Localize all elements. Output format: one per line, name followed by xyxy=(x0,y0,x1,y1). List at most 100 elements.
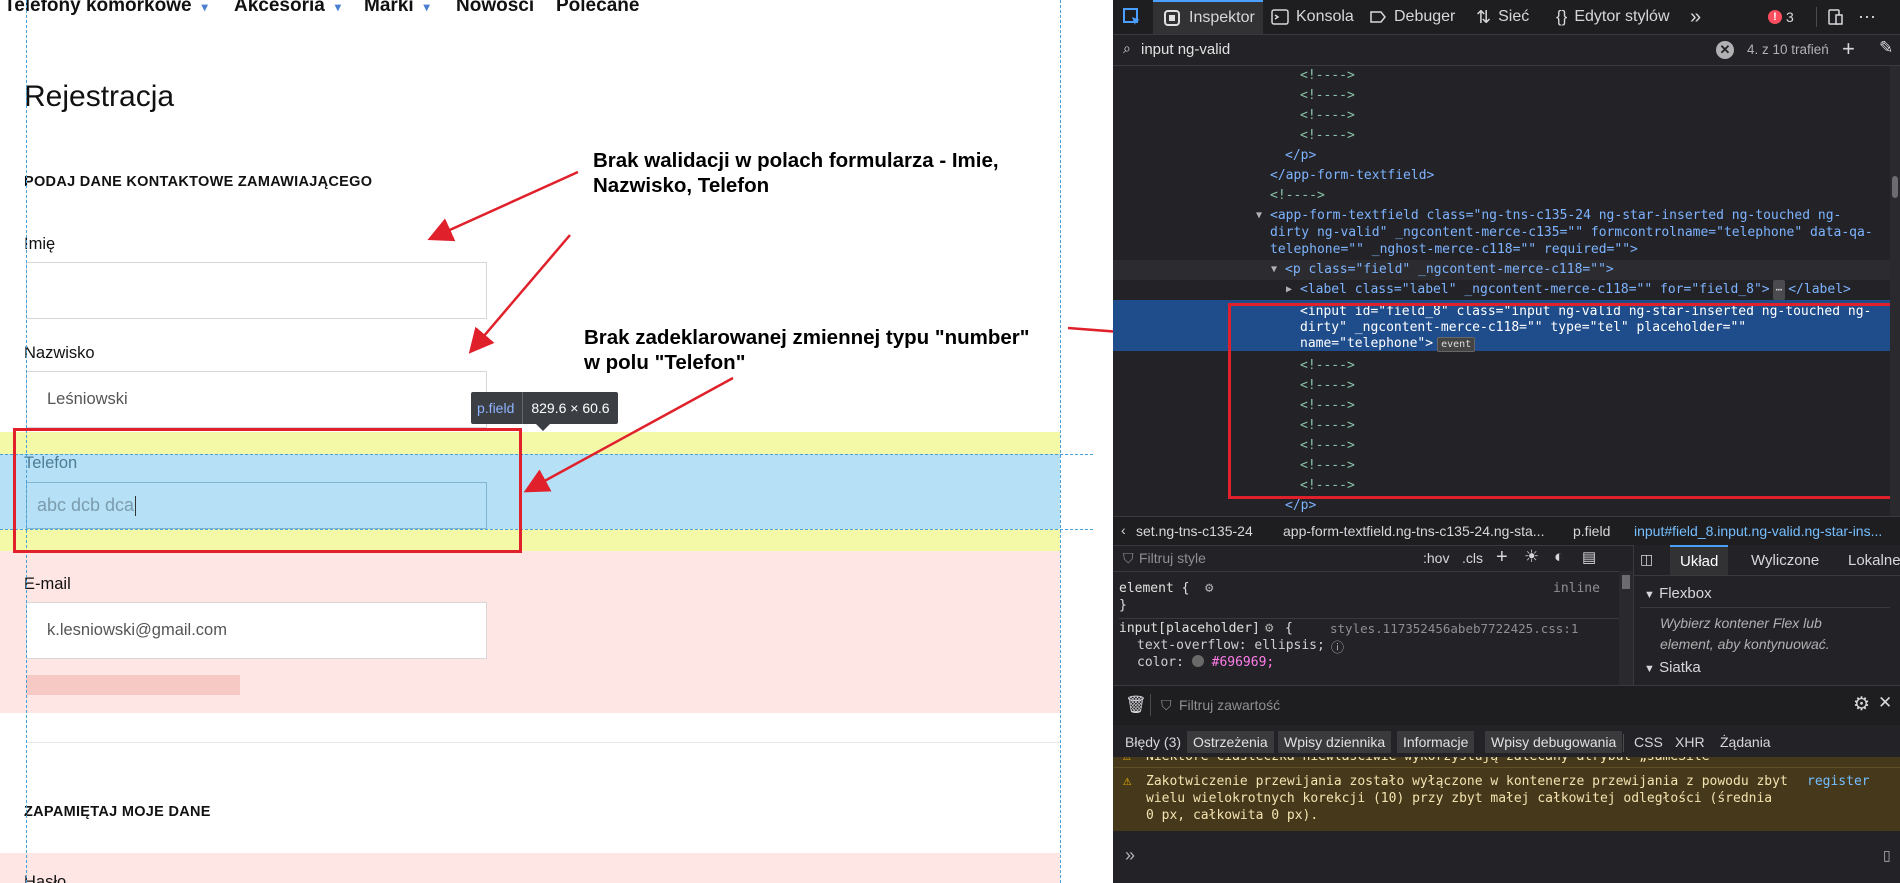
rules-scrollbar[interactable] xyxy=(1619,571,1633,685)
inspector-icon xyxy=(1164,10,1180,26)
rules-scrollbar-thumb[interactable] xyxy=(1622,575,1630,589)
rule-selector[interactable]: input[placeholder] xyxy=(1119,621,1260,636)
console-input[interactable]: » ▯ xyxy=(1113,831,1900,883)
tab-local[interactable]: Lokalne xyxy=(1848,552,1900,569)
dark-scheme-icon[interactable]: ◐ xyxy=(1554,547,1564,567)
flexbox-section[interactable]: ▼ Flexbox xyxy=(1644,585,1712,602)
trash-icon[interactable]: 🗑 xyxy=(1125,695,1147,715)
markup-p-open[interactable]: <p class="field" _ngcontent-merce-c118="… xyxy=(1285,260,1614,280)
gear-icon[interactable]: ⚙ xyxy=(1853,693,1870,716)
element-picker-icon[interactable] xyxy=(1117,0,1147,34)
add-node-icon[interactable]: + xyxy=(1842,36,1855,62)
breadcrumb-item-app-form-textfield[interactable]: app-form-textfield.ng-tns-c135-24.ng-sta… xyxy=(1283,523,1544,539)
filter-debug[interactable]: Wpisy debugowania xyxy=(1485,731,1623,753)
toolbar-divider xyxy=(1816,7,1817,27)
filter-requests[interactable]: Żądania xyxy=(1720,734,1771,750)
breadcrumb-item-input[interactable]: input#field_8.input.ng-valid.ng-star-ins… xyxy=(1634,523,1882,539)
filter-icon: ⛉ xyxy=(1123,550,1134,566)
rule-open-brace: { xyxy=(1285,621,1293,636)
error-icon: ! xyxy=(1768,10,1782,24)
rule-property-text-overflow[interactable]: text-overflow: ellipsis; xyxy=(1137,638,1325,653)
rule-inline-source: inline xyxy=(1553,581,1600,596)
search-icon: ⌕ xyxy=(1123,40,1131,56)
warning-source-link[interactable]: register xyxy=(1807,773,1870,790)
responsive-mode-icon[interactable] xyxy=(1826,0,1844,34)
markup-p-close[interactable]: </p> xyxy=(1285,146,1316,166)
filter-logs[interactable]: Wpisy dziennika xyxy=(1278,731,1392,753)
prompt-chevron-icon: » xyxy=(1125,845,1136,865)
arrow-to-phone xyxy=(523,376,734,493)
sidebar-tabs: ◫ Układ Wyliczone Lokalne xyxy=(1634,545,1900,576)
editor-mode-icon[interactable]: ▯ xyxy=(1883,847,1891,864)
tab-console-label: Konsola xyxy=(1296,8,1354,25)
rule-property-color[interactable]: color: #696969; xyxy=(1137,655,1274,670)
console-filters: Błędy (3) Ostrzeżenia Wpisy dziennika In… xyxy=(1113,725,1900,757)
network-icon: ⇅ xyxy=(1476,6,1492,27)
light-scheme-icon[interactable]: ☀ xyxy=(1524,547,1539,567)
tab-computed[interactable]: Wyliczone xyxy=(1751,552,1819,569)
style-editor-icon: {} xyxy=(1556,7,1568,26)
markup-comment[interactable]: <!----> xyxy=(1300,126,1355,146)
tab-layout[interactable]: Układ xyxy=(1670,545,1729,575)
gear-icon[interactable]: ⚙ xyxy=(1205,580,1213,596)
rule-element-selector[interactable]: element { xyxy=(1119,581,1189,596)
expand-triangle-icon[interactable]: ▼ xyxy=(1256,206,1262,226)
tab-network[interactable]: ⇅ Sieć xyxy=(1476,0,1529,34)
markup-comment[interactable]: <!----> xyxy=(1300,106,1355,126)
grid-section[interactable]: ▼ Siatka xyxy=(1644,659,1701,676)
markup-comment[interactable]: <!----> xyxy=(1300,66,1355,86)
arrow-to-last-name xyxy=(468,234,571,354)
breadcrumb-item-set[interactable]: set.ng-tns-c135-24 xyxy=(1136,523,1253,539)
breadcrumb-scroll-left-icon[interactable]: ‹ xyxy=(1121,522,1126,538)
filter-css[interactable]: CSS xyxy=(1634,734,1663,750)
markup-view: <!----> <!----> <!----> <!----> </p> </a… xyxy=(1113,66,1900,516)
devtools-toolbar: Inspektor Konsola Debuger ⇅ Sieć {} Edyt… xyxy=(1113,0,1900,35)
markup-p-close[interactable]: </p> xyxy=(1285,496,1316,516)
rule-divider xyxy=(1119,618,1619,619)
breadcrumb-item-p-field[interactable]: p.field xyxy=(1573,523,1610,539)
markup-search-input[interactable]: input ng-valid xyxy=(1141,41,1230,58)
tab-inspector-label: Inspektor xyxy=(1189,9,1255,26)
print-media-icon[interactable]: ▤ xyxy=(1582,548,1596,566)
markup-scrollbar-thumb[interactable] xyxy=(1892,176,1898,198)
class-toggle[interactable]: .cls xyxy=(1462,550,1483,566)
console-filter-input[interactable]: Filtruj zawartość xyxy=(1179,697,1280,713)
gear-icon[interactable]: ⚙ xyxy=(1265,620,1273,636)
hover-state-toggle[interactable]: :hov xyxy=(1423,550,1449,566)
info-icon[interactable]: ⓘ xyxy=(1331,637,1344,656)
rule-source-link[interactable]: styles.117352456abeb7722425.css:1 xyxy=(1330,621,1578,636)
filter-info[interactable]: Informacje xyxy=(1397,731,1475,753)
rule-close-brace: } xyxy=(1119,598,1127,613)
add-rule-icon[interactable]: + xyxy=(1496,546,1508,569)
more-tabs-icon[interactable]: » xyxy=(1690,0,1701,34)
filter-errors[interactable]: Błędy (3) xyxy=(1125,734,1181,750)
markup-scrollbar[interactable] xyxy=(1890,66,1900,516)
filter-xhr[interactable]: XHR xyxy=(1675,734,1705,750)
console-message-truncated: ⚠ Niektóre ciasteczka niewłaściwie wykor… xyxy=(1113,757,1900,767)
filter-styles-input[interactable]: Filtruj style xyxy=(1139,550,1206,566)
clear-search-icon[interactable]: ✕ xyxy=(1716,41,1734,59)
eyedropper-icon[interactable]: ✎ xyxy=(1879,38,1893,58)
tab-debugger[interactable]: Debuger xyxy=(1369,0,1455,34)
markup-annotation-box xyxy=(1228,303,1896,499)
toggle-sidebar-icon[interactable]: ◫ xyxy=(1640,551,1653,568)
markup-comment[interactable]: <!----> xyxy=(1300,86,1355,106)
console-warning-message: Zakotwiczenie przewijania zostało wyłącz… xyxy=(1146,773,1788,824)
tab-console[interactable]: Konsola xyxy=(1271,0,1354,34)
error-indicator[interactable]: ! 3 xyxy=(1768,0,1794,34)
markup-label[interactable]: <label class="label" _ngcontent-merce-c1… xyxy=(1300,280,1851,300)
collapsed-content-icon[interactable]: ⋯ xyxy=(1772,280,1786,300)
markup-comment[interactable]: <!----> xyxy=(1270,186,1325,206)
console-toolbar: 🗑 ⛉ Filtruj zawartość ⚙ ✕ xyxy=(1113,685,1900,726)
rule-property-color-value: #696969; xyxy=(1211,655,1275,670)
markup-app-close[interactable]: </app-form-textfield> xyxy=(1270,166,1434,186)
close-icon[interactable]: ✕ xyxy=(1878,693,1892,713)
more-options-icon[interactable]: ⋯ xyxy=(1858,0,1876,34)
color-swatch[interactable] xyxy=(1191,655,1204,667)
filter-warnings[interactable]: Ostrzeżenia xyxy=(1187,731,1274,753)
collapsed-triangle-icon[interactable]: ▶ xyxy=(1286,280,1292,300)
markup-app-open-line-3[interactable]: telephone="" _nghost-merce-c118="" requi… xyxy=(1270,240,1638,260)
tab-style-editor[interactable]: {} Edytor stylów xyxy=(1556,0,1670,34)
expand-triangle-icon[interactable]: ▼ xyxy=(1271,260,1277,280)
tab-inspector[interactable]: Inspektor xyxy=(1153,0,1263,34)
